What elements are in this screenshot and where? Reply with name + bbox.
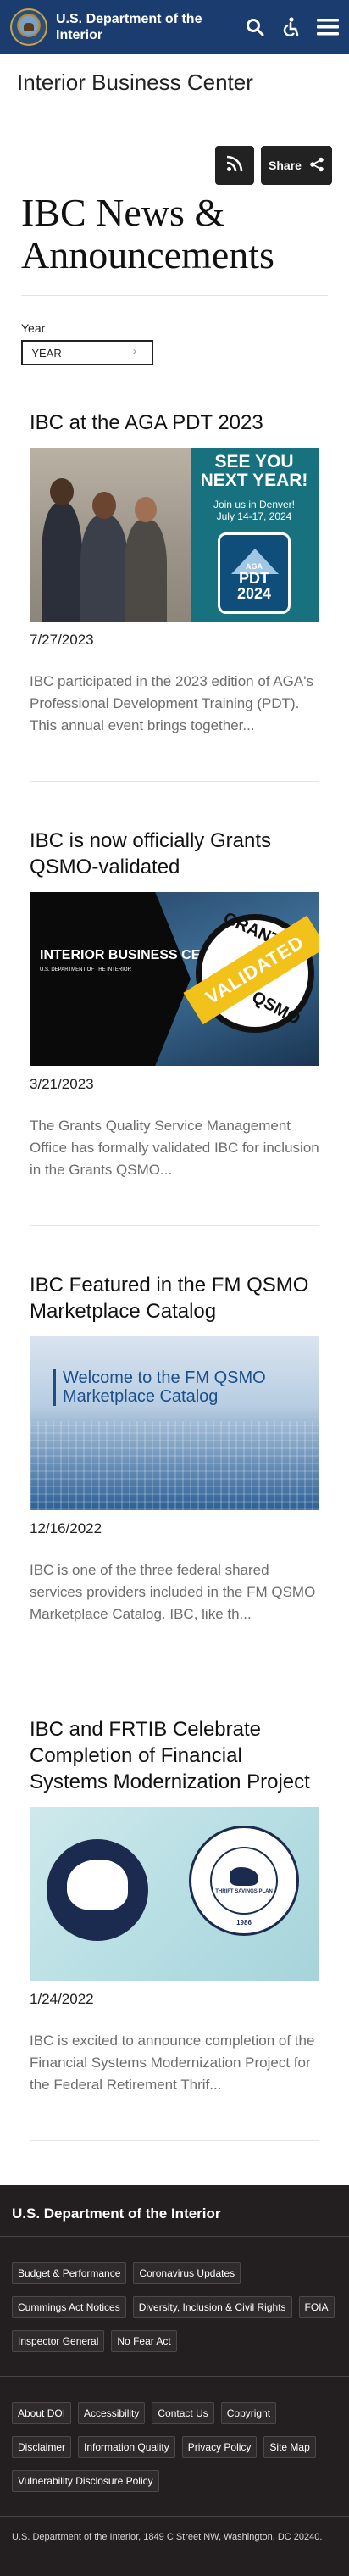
footer-link-inspector-general[interactable]: Inspector General (12, 2330, 105, 2352)
news-card-title[interactable]: IBC and FRTIB Celebrate Completion of Fi… (30, 1716, 319, 1795)
footer-link-disclaimer[interactable]: Disclaimer (12, 2436, 72, 2458)
news-card-date: 7/27/2023 (30, 632, 94, 648)
catalog-welcome-text: Welcome to the FM QSMO Marketplace Catal… (53, 1369, 319, 1406)
pdt-badge: AGA PDT 2024 (218, 532, 291, 614)
footer-link-privacy[interactable]: Privacy Policy (181, 2436, 258, 2458)
ibc-brand-block (30, 892, 191, 1066)
footer-link-accessibility[interactable]: Accessibility (78, 2402, 146, 2424)
agency-name[interactable]: U.S. Department of the Interior (56, 11, 208, 43)
footer-address: U.S. Department of the Interior, 1849 C … (12, 2532, 323, 2542)
share-button[interactable]: Share (261, 146, 332, 185)
year-select[interactable]: -YEAR › (21, 340, 153, 365)
share-label: Share (269, 159, 302, 172)
menu-icon[interactable] (317, 18, 339, 36)
site-header: U.S. Department of the Interior (0, 0, 349, 54)
news-card: IBC and FRTIB Celebrate Completion of Fi… (30, 1716, 319, 2141)
footer-title[interactable]: U.S. Department of the Interior (12, 2205, 337, 2222)
seal-year: 1986 (236, 1919, 252, 1926)
person-head (50, 478, 74, 505)
site-subtitle[interactable]: Interior Business Center (0, 54, 349, 114)
footer-link-foia[interactable]: FOIA (298, 2296, 335, 2318)
city-pattern (30, 1421, 319, 1510)
footer-link-diversity[interactable]: Diversity, Inclusion & Civil Rights (132, 2296, 292, 2318)
news-card-description: IBC is excited to announce completion of… (30, 2032, 315, 2093)
news-card-title[interactable]: IBC at the AGA PDT 2023 (30, 410, 319, 436)
news-card-title[interactable]: IBC Featured in the FM QSMO Marketplace … (30, 1272, 319, 1324)
page-title: IBC News & Announcements (21, 191, 274, 276)
footer-link-no-fear-act[interactable]: No Fear Act (111, 2330, 177, 2352)
footer-link-cummings[interactable]: Cummings Act Notices (12, 2296, 126, 2318)
footer-link-vulnerability[interactable]: Vulnerability Disclosure Policy (12, 2470, 159, 2492)
footer-links-primary: Budget & Performance Coronavirus Updates… (12, 2237, 337, 2376)
search-icon[interactable] (246, 18, 264, 36)
banner-headline: SEE YOU NEXT YEAR! (200, 452, 308, 490)
news-card-image[interactable]: Welcome to the FM QSMO Marketplace Catal… (30, 1336, 319, 1510)
news-list: IBC at the AGA PDT 2023 SEE YOU NEXT YEA… (0, 365, 349, 2141)
seal-name: THRIFT SAVINGS PLAN (215, 1888, 273, 1894)
news-card-image[interactable]: INTERIOR BUSINESS CENTER U.S. DEPARTMENT … (30, 892, 319, 1066)
frtib-seal-inner: THRIFT SAVINGS PLAN (210, 1847, 278, 1915)
person-figure (125, 520, 167, 622)
footer-link-information-quality[interactable]: Information Quality (78, 2436, 175, 2458)
news-card-image[interactable]: THRIFT SAVINGS PLAN 1986 (30, 1807, 319, 1981)
news-card: IBC Featured in the FM QSMO Marketplace … (30, 1272, 319, 1670)
footer-link-budget[interactable]: Budget & Performance (12, 2262, 127, 2284)
eagle-icon (230, 1866, 258, 1886)
footer-links-secondary: About DOI Accessibility Contact Us Copyr… (12, 2377, 337, 2516)
footer-link-contact[interactable]: Contact Us (152, 2402, 214, 2424)
frtib-seal-logo: THRIFT SAVINGS PLAN 1986 (189, 1826, 299, 1936)
news-card-description: The Grants Quality Service Management Of… (30, 1118, 319, 1178)
doi-seal-logo[interactable] (10, 8, 47, 46)
news-card-date: 1/24/2022 (30, 1991, 94, 2007)
share-toolbar: Share (0, 114, 349, 185)
news-card-description: IBC is one of the three federal shared s… (30, 1562, 316, 1622)
person-head (92, 492, 116, 519)
year-select-value: -YEAR (28, 346, 62, 360)
event-banner: SEE YOU NEXT YEAR! Join us in Denver! Ju… (191, 448, 319, 622)
rss-button[interactable] (215, 146, 254, 185)
person-figure (80, 516, 128, 622)
banner-subtext: Join us in Denver! July 14-17, 2024 (213, 499, 296, 522)
year-filter-label: Year (21, 321, 46, 335)
footer-link-coronavirus[interactable]: Coronavirus Updates (133, 2262, 241, 2284)
news-card-date: 12/16/2022 (30, 1520, 102, 1536)
news-card-image[interactable]: SEE YOU NEXT YEAR! Join us in Denver! Ju… (30, 448, 319, 622)
person-figure (42, 503, 82, 622)
person-head (135, 497, 157, 522)
news-card-description: IBC participated in the 2023 edition of … (30, 673, 313, 733)
accessibility-icon[interactable] (281, 17, 300, 37)
share-icon (309, 157, 324, 175)
footer-link-copyright[interactable]: Copyright (220, 2402, 277, 2424)
chevron-right-icon: › (133, 345, 136, 357)
footer-link-about[interactable]: About DOI (12, 2402, 72, 2424)
bison-icon (67, 1860, 128, 1910)
badge-label: AGA PDT 2024 (236, 562, 272, 602)
header-actions (246, 17, 339, 37)
site-footer: U.S. Department of the Interior Budget &… (0, 2185, 349, 2576)
news-card: IBC is now officially Grants QSMO-valida… (30, 828, 319, 1226)
year-filter: Year -YEAR › (0, 296, 349, 365)
rss-icon (226, 155, 243, 176)
news-card: IBC at the AGA PDT 2023 SEE YOU NEXT YEA… (30, 410, 319, 782)
footer-link-site-map[interactable]: Site Map (263, 2436, 316, 2458)
news-card-title[interactable]: IBC is now officially Grants QSMO-valida… (30, 828, 319, 880)
news-card-date: 3/21/2023 (30, 1076, 94, 1092)
